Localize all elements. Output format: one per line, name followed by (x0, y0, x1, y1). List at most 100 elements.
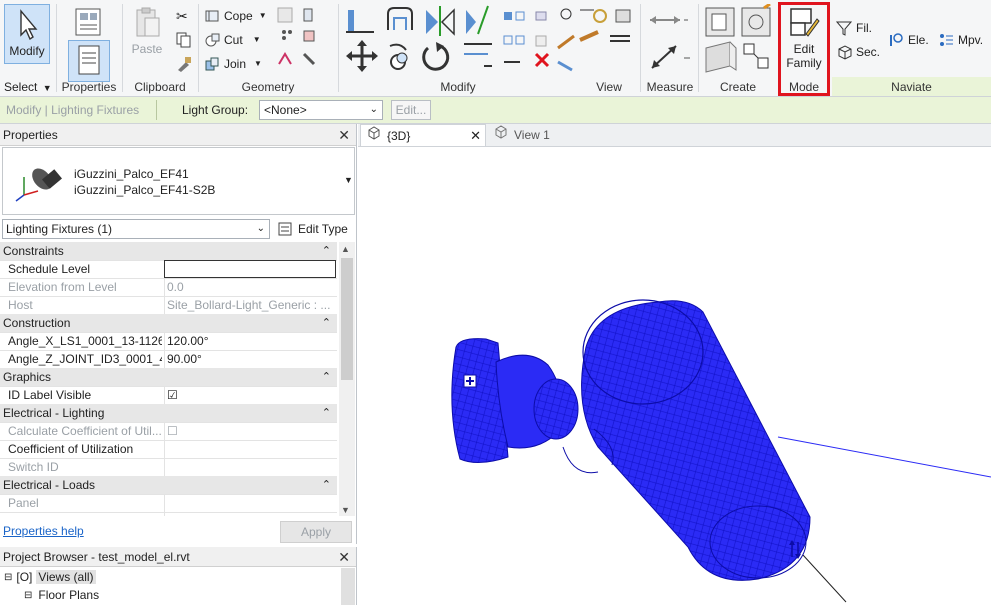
property-section-header[interactable]: Electrical - Loads ⌃ (0, 476, 337, 495)
cursor-arrow-icon (20, 9, 38, 41)
ele-button[interactable]: Ele. (888, 30, 929, 50)
property-value (164, 458, 336, 476)
property-row[interactable]: Angle_X_LS1_0001_13-1126... 120.00° (0, 332, 337, 351)
collapse-section-icon[interactable]: ⌃ (322, 242, 331, 260)
light-group-select[interactable]: <None> ⌄ (259, 100, 383, 120)
cut-scissors-icon[interactable]: ✂ (176, 8, 188, 25)
join-button[interactable]: Join ▼ (204, 54, 262, 74)
section-box-icon (836, 44, 852, 60)
lighting-fixture-thumbnail (6, 151, 68, 209)
mirror-icon (426, 6, 455, 36)
collapse-tree-icon[interactable]: ⊟ (4, 572, 12, 583)
collapse-section-icon[interactable]: ⌃ (322, 476, 331, 494)
instance-filter-dropdown[interactable]: Lighting Fixtures (1) ⌄ (2, 219, 270, 239)
chevron-down-icon: ⌄ (256, 223, 265, 234)
property-row[interactable]: Circuit Number (0, 512, 337, 516)
3d-view-canvas[interactable] (358, 147, 991, 605)
property-row[interactable]: Schedule Level (0, 260, 337, 279)
property-row[interactable]: Coefficient of Utilization (0, 440, 337, 459)
sec-label: Sec. (856, 45, 881, 59)
measure-icons[interactable] (646, 6, 692, 79)
separator (56, 4, 57, 92)
filter-icon (835, 20, 853, 36)
properties-title: Properties (3, 128, 58, 142)
property-row[interactable]: Switch ID (0, 458, 337, 477)
close-icon[interactable]: ✕ (470, 125, 481, 147)
property-section-header[interactable]: Graphics ⌃ (0, 368, 337, 387)
view-panel-icons (576, 4, 636, 79)
view-panel-title: View (596, 80, 622, 94)
collapse-section-icon[interactable]: ⌃ (322, 404, 331, 422)
create-panel-title: Create (719, 80, 757, 94)
property-value[interactable] (164, 260, 336, 278)
properties-scrollbar-thumb[interactable] (341, 258, 353, 380)
fil-button[interactable]: Fil. (835, 18, 872, 38)
property-row[interactable]: Panel (0, 494, 337, 513)
clipboard-panel-title: Clipboard (134, 80, 186, 94)
type-properties-icon[interactable] (70, 4, 106, 40)
edit-type-button[interactable]: Edit Type (278, 219, 352, 239)
property-name: Angle_Z_JOINT_ID3_0001_4... (8, 352, 162, 366)
select-dropdown[interactable]: Select ▼ (4, 78, 52, 96)
ribbon: Modify Select ▼ Properties Paste ✂ Clipb… (0, 0, 991, 97)
chevron-down-icon[interactable]: ▼ (344, 175, 353, 185)
paste-button[interactable]: Paste (130, 42, 164, 56)
property-section-header[interactable]: Constraints ⌃ (0, 242, 337, 261)
edit-family-highlight-box (778, 2, 830, 96)
property-name: Circuit Number (8, 512, 162, 516)
properties-button[interactable] (68, 40, 110, 82)
property-value[interactable]: 90.00° (164, 350, 336, 368)
collapse-section-icon[interactable]: ⌃ (322, 368, 331, 386)
create-icons[interactable] (702, 2, 774, 79)
scroll-up-icon[interactable]: ▲ (341, 244, 350, 254)
property-value[interactable] (164, 440, 336, 458)
tree-item-floor-plans[interactable]: ⊟ Floor Plans (24, 588, 99, 602)
property-name: ID Label Visible (8, 388, 92, 402)
collapse-tree-icon[interactable]: ⊟ (24, 590, 32, 601)
tab-3d-view[interactable]: {3D} ✕ (360, 124, 486, 146)
light-group-value: <None> (264, 103, 307, 117)
tab-view-1[interactable]: View 1 (490, 124, 604, 146)
mpv-label: Mpv. (958, 33, 984, 47)
apply-button[interactable]: Apply (280, 521, 352, 543)
property-row[interactable]: Calculate Coefficient of Util... ☐ (0, 422, 337, 441)
property-value[interactable]: ☑ (164, 386, 336, 404)
views-icon: [O] (16, 570, 33, 584)
paste-icon[interactable] (128, 6, 166, 40)
property-row[interactable]: ID Label Visible ☑ (0, 386, 337, 405)
cope-button[interactable]: Cope ▼ (204, 6, 267, 26)
properties-help-link[interactable]: Properties help (3, 524, 84, 538)
close-icon[interactable]: ✕ (338, 547, 350, 567)
property-section-label: Construction (3, 316, 71, 330)
property-name: Elevation from Level (8, 280, 117, 294)
property-name: Host (8, 298, 33, 312)
cut-geometry-button[interactable]: Cut ▼ (204, 30, 261, 50)
property-value[interactable]: 120.00° (164, 332, 336, 350)
lighting-fixture-3d-model[interactable] (358, 147, 991, 605)
property-row[interactable]: Elevation from Level 0.0 (0, 278, 337, 297)
light-group-label: Light Group: (182, 103, 249, 117)
copy-icon[interactable] (176, 32, 192, 48)
property-row[interactable]: Angle_Z_JOINT_ID3_0001_4... 90.00° (0, 350, 337, 369)
property-row[interactable]: Host Site_Bollard-Light_Generic : ... (0, 296, 337, 315)
tree-item-views[interactable]: ⊟ [O] Views (all) (4, 570, 96, 584)
type-name-line2: iGuzzini_Palco_EF41-S2B (74, 183, 216, 197)
fixture-neck (495, 354, 579, 449)
close-icon[interactable]: ✕ (338, 124, 350, 146)
property-section-header[interactable]: Electrical - Lighting ⌃ (0, 404, 337, 423)
project-browser-scrollbar[interactable] (341, 568, 355, 605)
sec-button[interactable]: Sec. (836, 42, 880, 62)
property-name: Angle_X_LS1_0001_13-1126... (8, 334, 162, 348)
property-value (164, 512, 336, 516)
light-group-edit-button[interactable]: Edit... (391, 100, 431, 120)
mpv-button[interactable]: Mpv. (938, 30, 983, 50)
property-name: Schedule Level (8, 262, 91, 276)
property-section-header[interactable]: Construction ⌃ (0, 314, 337, 333)
property-value (164, 494, 336, 512)
edit-type-label: Edit Type (298, 222, 348, 236)
modify-panel-title: Modify (440, 80, 476, 94)
collapse-section-icon[interactable]: ⌃ (322, 314, 331, 332)
match-properties-icon[interactable] (176, 56, 192, 72)
scroll-down-icon[interactable]: ▼ (341, 505, 350, 515)
select-label: Select (4, 80, 38, 94)
